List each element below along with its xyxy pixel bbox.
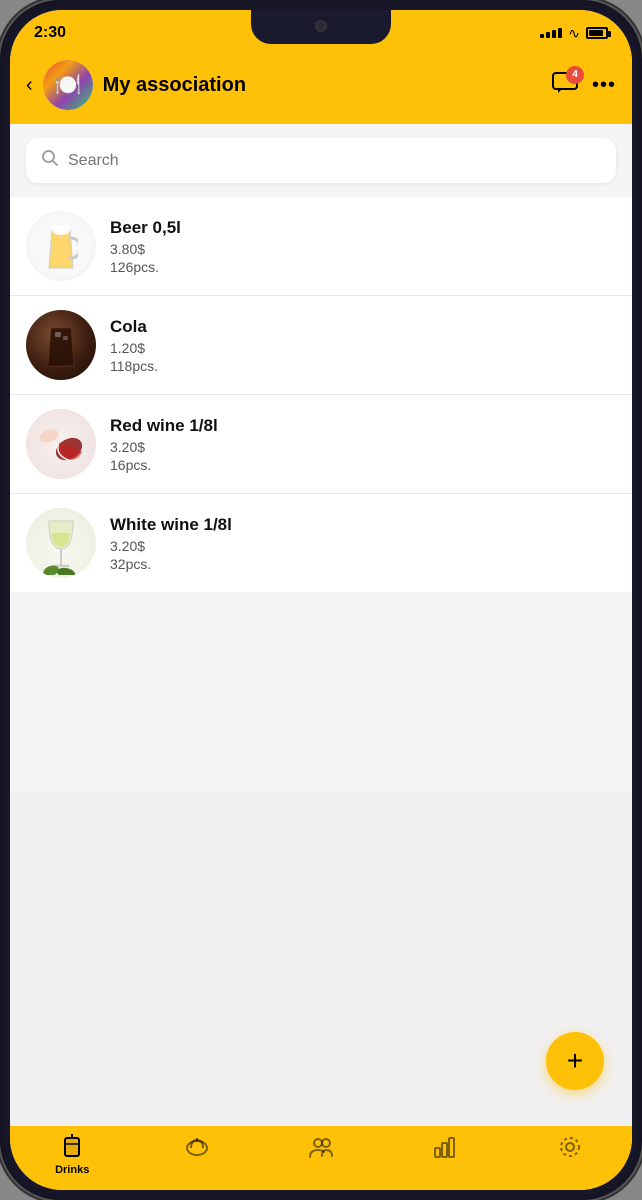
item-thumbnail	[26, 409, 96, 479]
item-info: Red wine 1/8l 3.20$ 16pcs.	[110, 416, 616, 473]
signal-icon	[540, 28, 562, 38]
bottom-nav: Drinks	[10, 1126, 632, 1190]
list-item[interactable]: Cola 1.20$ 118pcs.	[10, 296, 632, 395]
status-icons: ∿	[540, 25, 608, 42]
settings-nav-icon	[557, 1134, 583, 1160]
white-wine-icon	[31, 511, 91, 575]
search-input[interactable]	[68, 152, 600, 170]
camera	[315, 20, 327, 32]
page-title: My association	[103, 74, 542, 97]
nav-label-drinks: Drinks	[55, 1164, 89, 1176]
item-qty: 118pcs.	[110, 358, 616, 374]
item-name: Red wine 1/8l	[110, 416, 616, 436]
item-price: 3.80$	[110, 241, 616, 257]
chat-button[interactable]: 4	[552, 72, 578, 99]
nav-item-settings[interactable]	[508, 1134, 632, 1164]
drinks-nav-icon	[59, 1134, 85, 1160]
item-thumbnail	[26, 508, 96, 578]
red-wine-icon	[31, 414, 91, 474]
item-price: 1.20$	[110, 340, 616, 356]
search-box	[26, 138, 616, 183]
phone-screen: 2:30 ∿ ‹ My association	[10, 10, 632, 1190]
item-price: 3.20$	[110, 538, 616, 554]
notification-badge: 4	[566, 66, 584, 84]
list-item[interactable]: Red wine 1/8l 3.20$ 16pcs.	[10, 395, 632, 494]
beer-glass-icon	[44, 220, 78, 272]
add-button[interactable]: +	[546, 1032, 604, 1090]
members-nav-icon	[308, 1134, 334, 1160]
header-actions: 4 •••	[552, 72, 616, 99]
item-qty: 16pcs.	[110, 457, 616, 473]
item-info: White wine 1/8l 3.20$ 32pcs.	[110, 515, 616, 572]
nav-item-members[interactable]	[259, 1134, 383, 1164]
status-time: 2:30	[34, 24, 66, 42]
item-info: Beer 0,5l 3.80$ 126pcs.	[110, 218, 616, 275]
drinks-list: Beer 0,5l 3.80$ 126pcs.	[10, 197, 632, 592]
avatar	[43, 60, 93, 110]
item-price: 3.20$	[110, 439, 616, 455]
association-avatar	[43, 60, 93, 110]
cola-icon	[41, 320, 81, 370]
header: ‹ My association 4 •••	[10, 50, 632, 124]
list-item[interactable]: Beer 0,5l 3.80$ 126pcs.	[10, 197, 632, 296]
wifi-icon: ∿	[568, 25, 580, 42]
content-area: Beer 0,5l 3.80$ 126pcs.	[10, 124, 632, 1126]
notch	[251, 10, 391, 44]
search-section	[10, 124, 632, 197]
item-name: Cola	[110, 317, 616, 337]
nav-item-stats[interactable]	[383, 1134, 507, 1164]
empty-space	[10, 592, 632, 792]
search-icon	[42, 150, 58, 171]
item-name: White wine 1/8l	[110, 515, 616, 535]
back-button[interactable]: ‹	[26, 74, 33, 97]
list-item[interactable]: White wine 1/8l 3.20$ 32pcs.	[10, 494, 632, 592]
stats-nav-icon	[432, 1134, 458, 1160]
item-thumbnail	[26, 310, 96, 380]
item-info: Cola 1.20$ 118pcs.	[110, 317, 616, 374]
item-qty: 32pcs.	[110, 556, 616, 572]
item-qty: 126pcs.	[110, 259, 616, 275]
item-thumbnail	[26, 211, 96, 281]
item-name: Beer 0,5l	[110, 218, 616, 238]
nav-item-drinks[interactable]: Drinks	[10, 1134, 134, 1176]
battery-icon	[586, 27, 608, 39]
more-button[interactable]: •••	[592, 74, 616, 97]
food-nav-icon	[184, 1134, 210, 1160]
nav-item-food[interactable]	[134, 1134, 258, 1164]
phone-frame: 2:30 ∿ ‹ My association	[0, 0, 642, 1200]
